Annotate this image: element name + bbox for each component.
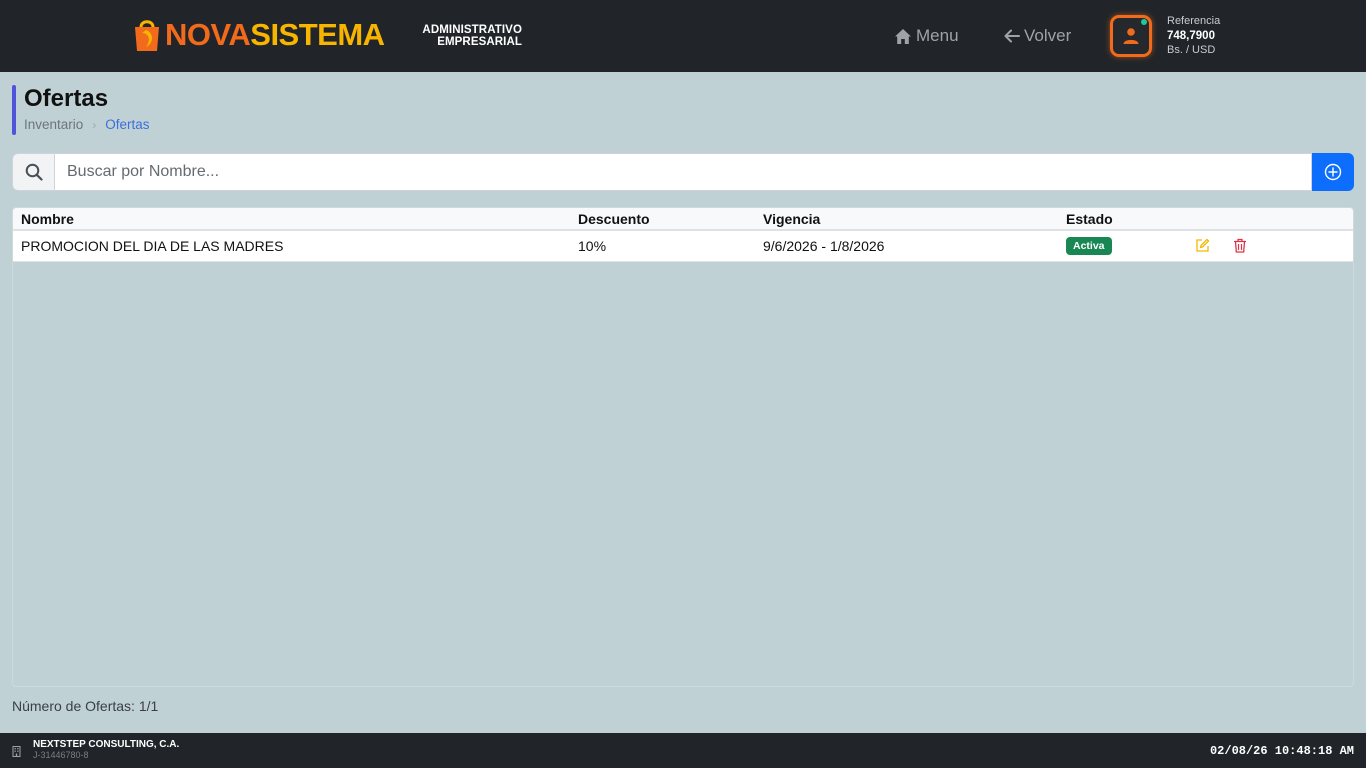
shopping-bag-icon: [132, 17, 162, 53]
exchange-rate-reference: Referencia 748,7900 Bs. / USD: [1167, 14, 1220, 58]
offers-count: Número de Ofertas: 1/1: [12, 698, 159, 714]
cell-estado: Activa: [1058, 230, 1188, 261]
breadcrumb: Inventario › Ofertas: [24, 117, 150, 132]
column-header-vigencia: Vigencia: [763, 210, 821, 227]
table-row[interactable]: PROMOCION DEL DIA DE LAS MADRES 10% 9/6/…: [13, 230, 1353, 261]
cell-vigencia: 9/6/2026 - 1/8/2026: [763, 237, 885, 254]
offers-table-container: Nombre Descuento Vigencia Estado PROMOCI…: [12, 207, 1354, 687]
home-icon: [895, 28, 911, 44]
user-profile-button[interactable]: [1110, 15, 1152, 57]
offers-table: Nombre Descuento Vigencia Estado PROMOCI…: [13, 208, 1353, 262]
column-header-descuento: Descuento: [578, 210, 650, 227]
online-status-dot: [1141, 19, 1147, 25]
add-offer-button[interactable]: [1312, 153, 1354, 191]
status-badge: Activa: [1066, 237, 1112, 256]
reference-unit: Bs. / USD: [1167, 44, 1216, 56]
brand-subtitle-line2: EMPRESARIAL: [437, 36, 522, 48]
reference-rate: 748,7900: [1167, 29, 1215, 42]
breadcrumb-item-ofertas[interactable]: Ofertas: [105, 117, 149, 132]
page-title: Ofertas: [24, 85, 109, 112]
brand-subtitle: ADMINISTRATIVO EMPRESARIAL: [416, 24, 522, 48]
building-icon: [12, 744, 21, 762]
column-header-nombre: Nombre: [21, 210, 74, 227]
search-icon: [12, 153, 54, 191]
cell-descuento: 10%: [578, 237, 607, 254]
top-navbar: NOVASISTEMA ADMINISTRATIVO EMPRESARIAL M…: [0, 0, 1366, 72]
footer-bar: NEXTSTEP CONSULTING, C.A. J-31446780-8 0…: [0, 733, 1366, 768]
back-link[interactable]: Volver: [1004, 24, 1071, 48]
brand-name-part1: NOVA: [165, 17, 251, 52]
column-header-actions: [1188, 208, 1353, 230]
back-label: Volver: [1024, 26, 1072, 45]
breadcrumb-item-inventario[interactable]: Inventario: [24, 117, 83, 132]
reference-label: Referencia: [1167, 15, 1221, 27]
arrow-left-icon: [1004, 29, 1020, 43]
cell-nombre: PROMOCION DEL DIA DE LAS MADRES: [21, 237, 284, 254]
breadcrumb-separator-icon: ›: [92, 117, 97, 132]
plus-circle-icon: [1324, 163, 1342, 181]
title-accent-bar: [12, 85, 16, 135]
search-input[interactable]: [54, 153, 1312, 191]
edit-icon[interactable]: [1191, 236, 1213, 256]
company-rif: J-31446780-8: [33, 750, 89, 760]
company-name: NEXTSTEP CONSULTING, C.A.: [33, 739, 180, 750]
column-header-estado: Estado: [1066, 210, 1113, 227]
brand-name-part2: SISTEMA: [250, 17, 385, 52]
brand-name: NOVASISTEMA: [165, 17, 385, 53]
cell-actions: [1188, 230, 1353, 261]
brand-subtitle-line1: ADMINISTRATIVO: [422, 24, 522, 36]
menu-label: Menu: [916, 26, 959, 45]
user-icon: [1123, 28, 1139, 44]
menu-link[interactable]: Menu: [894, 24, 959, 48]
table-header-row: Nombre Descuento Vigencia Estado: [13, 208, 1353, 230]
search-bar: [12, 153, 1354, 191]
brand-logo[interactable]: NOVASISTEMA: [132, 15, 385, 55]
current-datetime: 02/08/26 10:48:18 AM: [1209, 744, 1354, 758]
trash-icon[interactable]: [1229, 236, 1251, 256]
